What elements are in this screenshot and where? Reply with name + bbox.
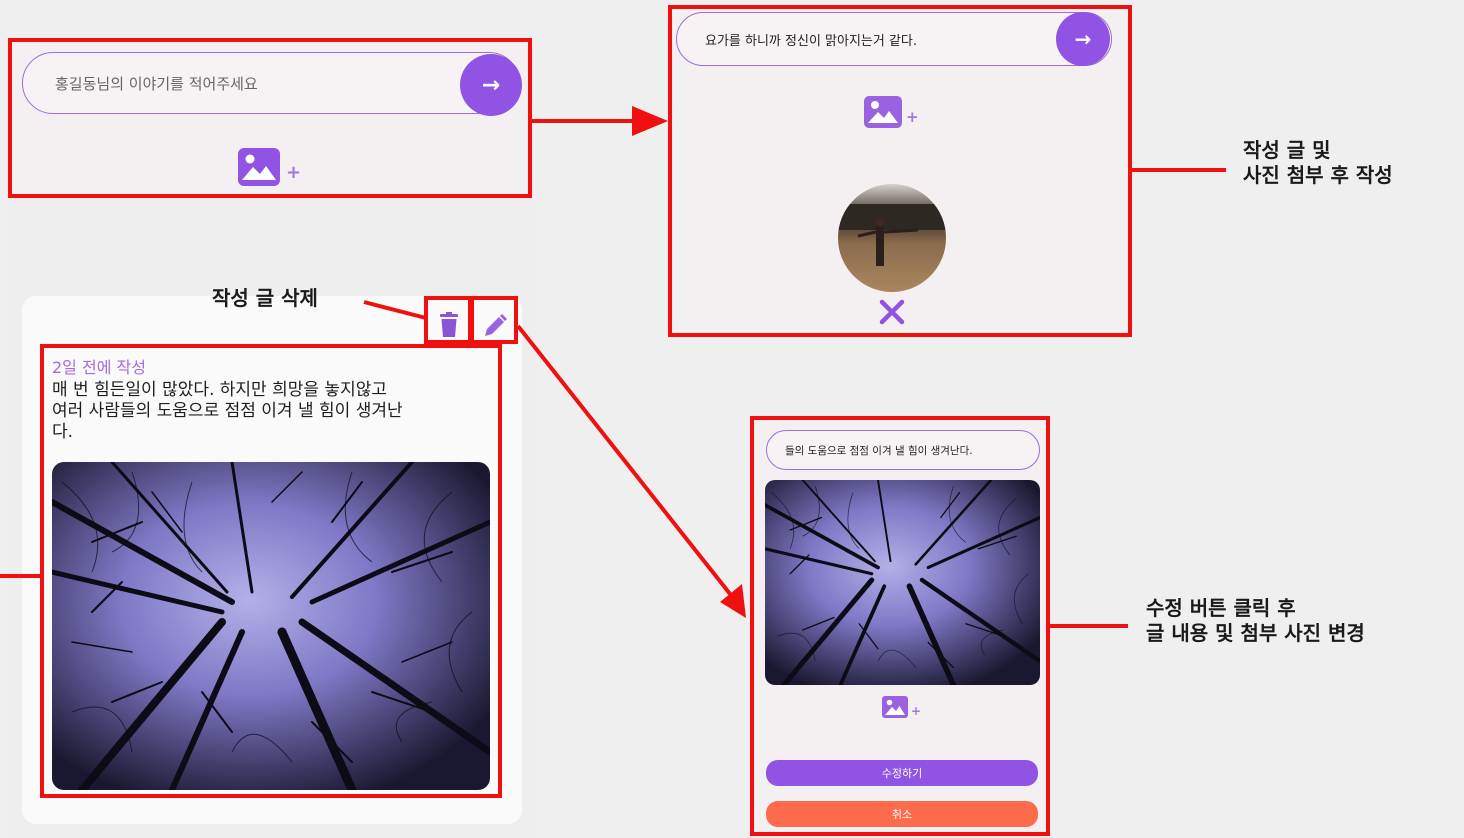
highlight-edit-form — [750, 416, 1050, 836]
connector — [363, 300, 427, 320]
annotation-edit: 수정 버튼 클릭 후 글 내용 및 첨부 사진 변경 — [1146, 596, 1365, 646]
annotation-line: 작성 글 및 — [1243, 138, 1331, 162]
annotation-line: 사진 첨부 후 작성 — [1243, 163, 1393, 187]
arrowhead-icon — [632, 106, 668, 136]
highlight-delete — [424, 296, 472, 344]
connector — [1050, 624, 1128, 628]
connector — [530, 119, 638, 123]
highlight-composer — [8, 38, 532, 198]
highlight-composer-filled — [668, 5, 1132, 337]
connector — [0, 574, 42, 578]
highlight-post — [40, 344, 502, 798]
annotation-line: 글 내용 및 첨부 사진 변경 — [1146, 621, 1365, 645]
annotation-attach: 작성 글 및 사진 첨부 후 작성 — [1243, 138, 1393, 188]
connector — [516, 324, 746, 618]
connector — [1132, 168, 1226, 172]
annotation-line: 수정 버튼 클릭 후 — [1146, 596, 1296, 620]
annotation-delete: 작성 글 삭제 — [212, 286, 318, 310]
